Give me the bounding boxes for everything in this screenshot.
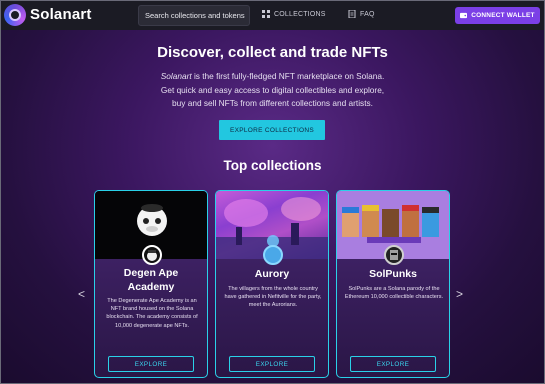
grid-icon <box>262 10 270 18</box>
hero-desc-brand: Solanart <box>160 71 192 81</box>
collection-card-aurory[interactable]: Aurory The villagers from the whole coun… <box>215 190 329 378</box>
top-navbar: Solanart Search collections and tokens C… <box>0 0 545 30</box>
aurory-avatar-icon <box>263 245 283 265</box>
wallet-icon <box>460 12 468 19</box>
collection-card-solpunks[interactable]: SolPunks SolPunks are a Solana parody of… <box>336 190 450 378</box>
nav-faq-label: FAQ <box>360 10 375 18</box>
card-title-degen-ape-2: Academy <box>127 281 175 293</box>
search-input[interactable]: Search collections and tokens <box>138 5 250 26</box>
card-text-degen-ape: The Degenerate Ape Academy is an NFT bra… <box>106 298 198 329</box>
solanart-logo-icon[interactable] <box>4 4 26 26</box>
carousel-next-arrow[interactable]: > <box>456 287 463 301</box>
collection-card-degen-ape[interactable]: Degen Ape Academy The Degenerate Ape Aca… <box>94 190 208 378</box>
hero-desc-line3: buy and sell NFTs from different collect… <box>172 98 373 108</box>
connect-wallet-button[interactable]: CONNECT WALLET <box>455 7 540 24</box>
explore-button-solpunks[interactable]: EXPLORE <box>350 356 436 372</box>
card-text-solpunks: SolPunks are a Solana parody of the Ethe… <box>344 286 444 301</box>
solpunks-avatar-icon <box>384 245 404 265</box>
connect-wallet-label: CONNECT WALLET <box>471 12 535 19</box>
degen-ape-avatar-icon <box>142 245 162 265</box>
hero-desc-line2: Get quick and easy access to digital col… <box>160 84 385 95</box>
card-title-degen-ape-1: Degen Ape <box>123 267 179 279</box>
card-text-aurory: The villagers from the whole country hav… <box>224 286 322 309</box>
card-title-solpunks: SolPunks <box>369 268 417 280</box>
nav-faq-link[interactable]: FAQ <box>348 10 375 18</box>
explore-button-degen-ape[interactable]: EXPLORE <box>108 356 194 372</box>
hero-description: Solanart is the first fully-fledged NFT … <box>140 70 405 111</box>
carousel-prev-arrow[interactable]: < <box>78 287 85 301</box>
explore-collections-button[interactable]: EXPLORE COLLECTIONS <box>219 120 325 140</box>
document-icon <box>348 10 356 18</box>
explore-button-aurory[interactable]: EXPLORE <box>229 356 315 372</box>
hero-headline: Discover, collect and trade NFTs <box>157 44 388 61</box>
hero-desc-line1: is the first fully-fledged NFT marketpla… <box>191 71 385 81</box>
brand-name[interactable]: Solanart <box>30 6 92 23</box>
top-collections-title: Top collections <box>223 158 322 173</box>
card-title-aurory: Aurory <box>254 268 290 280</box>
nav-collections-label: COLLECTIONS <box>274 10 326 18</box>
nav-collections-link[interactable]: COLLECTIONS <box>262 10 326 18</box>
